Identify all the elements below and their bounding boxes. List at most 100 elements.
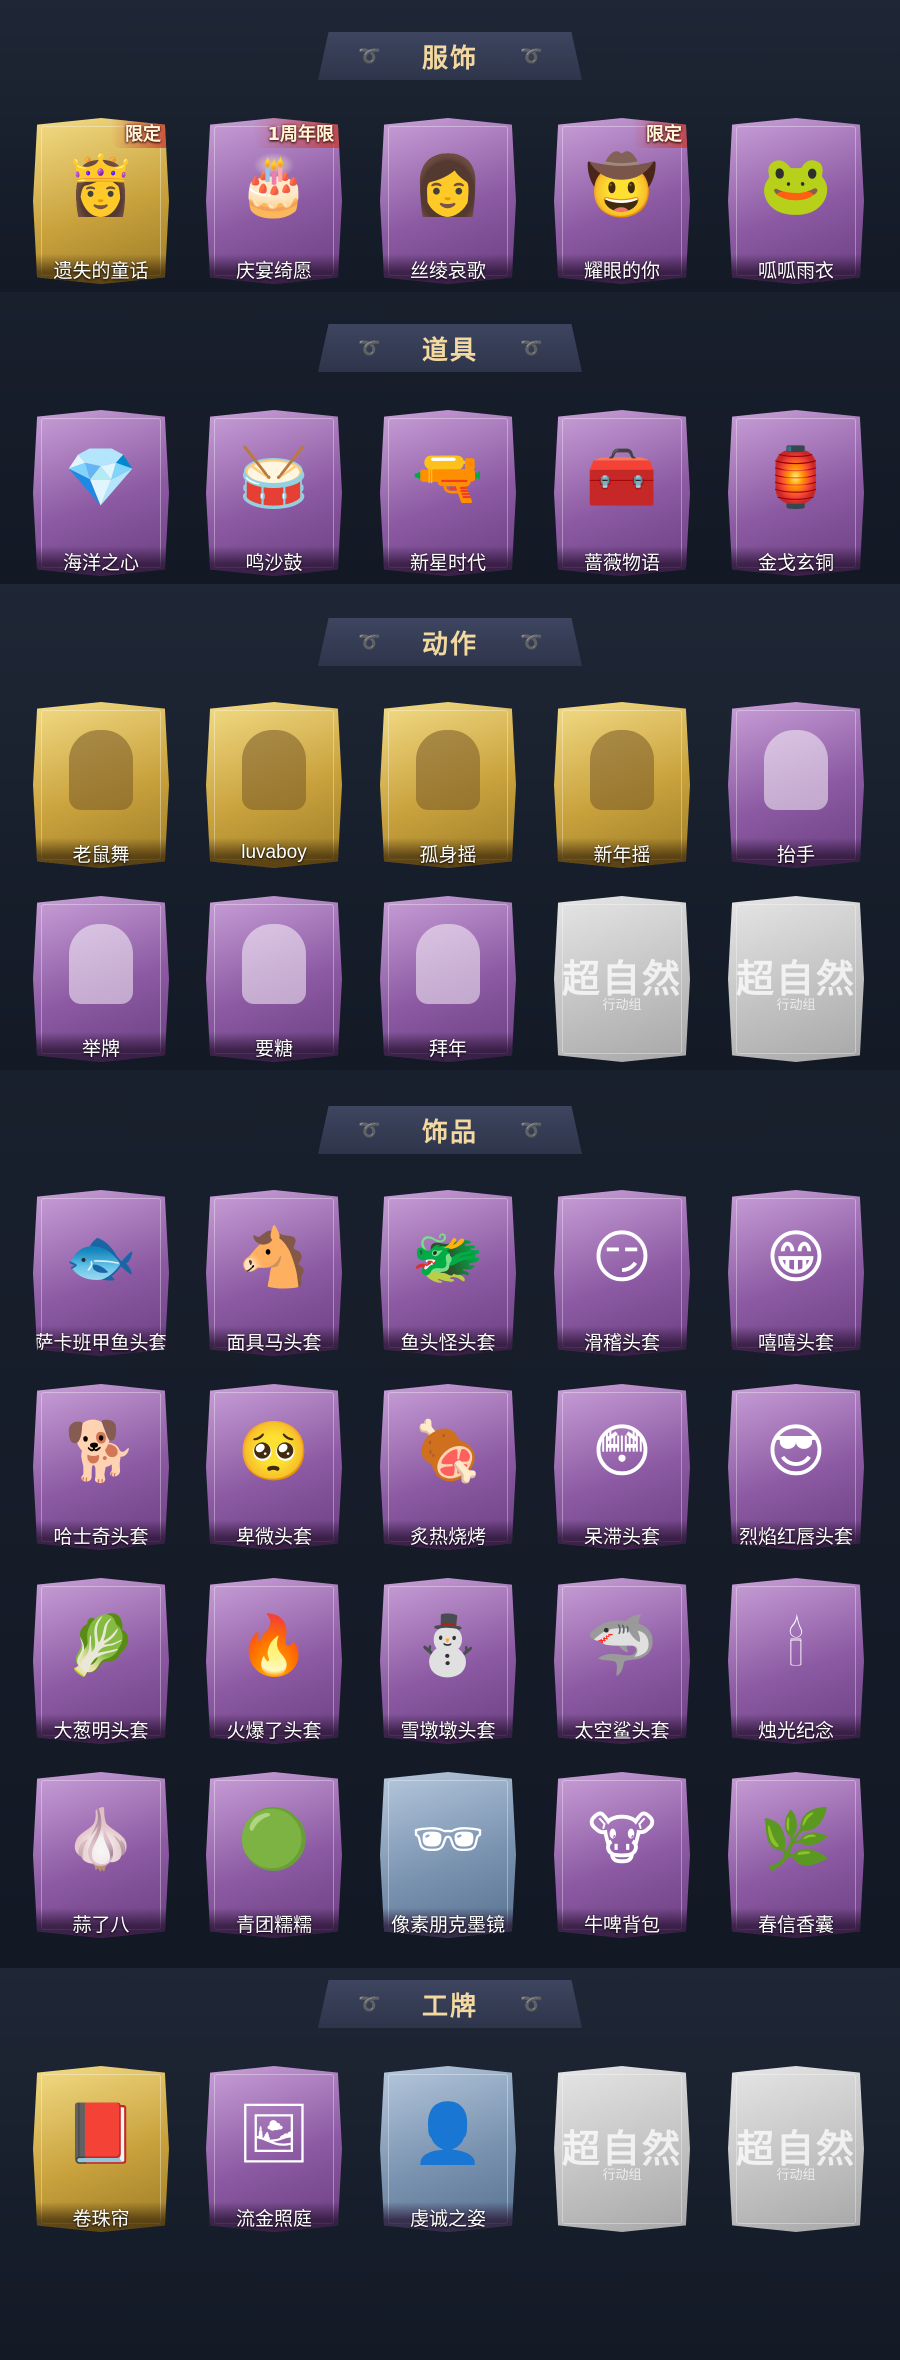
watermark-subtitle: 行动组	[602, 2167, 642, 2182]
swirl-left-icon: ➰	[358, 1120, 381, 1140]
section-header-costumes: ➰ 服饰 ➰	[318, 32, 582, 80]
fire-head-icon: 🔥	[237, 1613, 311, 1678]
section-header-actions: ➰ 动作 ➰	[318, 618, 582, 666]
greeting-pose-icon	[416, 924, 480, 1004]
item-card-accessory[interactable]: 🌿 春信香囊	[728, 1772, 864, 1938]
dance-pose-icon	[590, 730, 654, 810]
humble-face-icon: 🥺	[237, 1419, 311, 1484]
item-card-badge[interactable]: 📕 卷珠帘	[33, 2066, 169, 2232]
section-title: 服饰	[421, 43, 478, 74]
shark-head-icon: 🦈	[585, 1613, 659, 1678]
swirl-right-icon: ➰	[520, 338, 543, 358]
item-card-action[interactable]: 抬手	[728, 702, 864, 868]
watermark-subtitle: 行动组	[776, 997, 816, 1012]
swirl-right-icon: ➰	[520, 632, 543, 652]
locked-placeholder-card: 超自然 行动组	[728, 2066, 864, 2232]
blank-face-icon: 😳	[591, 1419, 653, 1484]
item-card-costume[interactable]: 🐸 呱呱雨衣	[728, 118, 864, 284]
dance-pose-icon	[242, 730, 306, 810]
swirl-left-icon: ➰	[358, 1994, 381, 2014]
item-card-accessory[interactable]: 😏 滑稽头套	[554, 1190, 690, 1356]
item-card-badge[interactable]: 🖼 流金照庭	[206, 2066, 342, 2232]
item-card-prop[interactable]: 🔫 新星时代	[380, 410, 516, 576]
item-card-action[interactable]: 要糖	[206, 896, 342, 1062]
item-card-accessory[interactable]: 😎 烈焰红唇头套	[728, 1384, 864, 1550]
frog-raincoat-costume-icon: 🐸	[759, 153, 833, 218]
locked-placeholder-card: 超自然 行动组	[554, 896, 690, 1062]
item-card-accessory[interactable]: 😳 呆滞头套	[554, 1384, 690, 1550]
locked-placeholder-card: 超自然 行动组	[728, 896, 864, 1062]
dance-pose-icon	[416, 730, 480, 810]
dance-pose-icon	[69, 730, 133, 810]
item-card-accessory[interactable]: 🟢 青团糯糯	[206, 1772, 342, 1938]
silhouette-badge-icon: 👤	[411, 2101, 485, 2166]
item-card-costume[interactable]: 👸 限定 遗失的童话	[33, 118, 169, 284]
item-card-accessory[interactable]: 🥺 卑微头套	[206, 1384, 342, 1550]
item-card-action[interactable]: 孤身摇	[380, 702, 516, 868]
swirl-right-icon: ➰	[520, 1994, 543, 2014]
item-card-prop[interactable]: 💎 海洋之心	[33, 410, 169, 576]
raise-hand-pose-icon	[764, 730, 828, 810]
swirl-right-icon: ➰	[520, 46, 543, 66]
item-card-accessory[interactable]: 🧄 蒜了八	[33, 1772, 169, 1938]
medkit-icon: 🧰	[585, 445, 659, 510]
swirl-right-icon: ➰	[520, 1120, 543, 1140]
snowman-head-icon: ⛄	[411, 1613, 485, 1678]
item-card-accessory[interactable]: 🦈 太空鲨头套	[554, 1578, 690, 1744]
scallion-head-icon: 🥬	[64, 1613, 138, 1678]
item-card-accessory[interactable]: 🕶 像素朋克墨镜	[380, 1772, 516, 1938]
gothic-dress-costume-icon: 👩	[411, 153, 485, 218]
item-card-costume[interactable]: 🤠 限定 耀眼的你	[554, 118, 690, 284]
item-card-accessory[interactable]: 🔥 火爆了头套	[206, 1578, 342, 1744]
fish-head-icon: 🐟	[64, 1225, 138, 1290]
item-card-accessory[interactable]: 🐟 萨卡班甲鱼头套	[33, 1190, 169, 1356]
necklace-icon: 💎	[64, 445, 138, 510]
sachet-icon: 🌿	[759, 1807, 833, 1872]
swirl-left-icon: ➰	[358, 338, 381, 358]
watermark-subtitle: 行动组	[602, 997, 642, 1012]
drum-icon: 🥁	[237, 445, 311, 510]
item-card-prop[interactable]: 🥁 鸣沙鼓	[206, 410, 342, 576]
section-title: 道具	[421, 335, 478, 366]
item-card-costume[interactable]: 🎂 1周年限 庆宴绮愿	[206, 118, 342, 284]
swirl-left-icon: ➰	[358, 46, 381, 66]
item-card-accessory[interactable]: 🍖 炙热烧烤	[380, 1384, 516, 1550]
pixel-sunglasses-icon: 🕶	[411, 1807, 485, 1872]
item-card-action[interactable]: 拜年	[380, 896, 516, 1062]
item-card-accessory[interactable]: 🐮 牛啤背包	[554, 1772, 690, 1938]
husky-head-icon: 🐕	[64, 1419, 138, 1484]
item-card-accessory[interactable]: 😁 嘻嘻头套	[728, 1190, 864, 1356]
item-card-badge[interactable]: 👤 虔诚之姿	[380, 2066, 516, 2232]
item-card-action[interactable]: 新年摇	[554, 702, 690, 868]
watermark-subtitle: 行动组	[776, 2167, 816, 2182]
item-card-costume[interactable]: 👩 丝绫哀歌	[380, 118, 516, 284]
green-dumpling-icon: 🟢	[237, 1807, 311, 1872]
cowgirl-costume-icon: 🤠	[585, 153, 659, 218]
locked-placeholder-card: 超自然 行动组	[554, 2066, 690, 2232]
candle-icon: 🕯	[787, 1613, 805, 1678]
item-card-accessory[interactable]: ⛄ 雪墩墩头套	[380, 1578, 516, 1744]
pikachu-head-icon: 😎	[765, 1419, 827, 1484]
cow-backpack-icon: 🐮	[587, 1807, 657, 1872]
birthday-cake-costume-icon: 🎂	[237, 153, 311, 218]
fishman-head-icon: 🐲	[411, 1225, 485, 1290]
item-card-accessory[interactable]: 🥬 大葱明头套	[33, 1578, 169, 1744]
hold-sign-pose-icon	[69, 924, 133, 1004]
item-card-action[interactable]: 举牌	[33, 896, 169, 1062]
pearl-curtain-badge-icon: 📕	[64, 2101, 138, 2166]
item-card-prop[interactable]: 🧰 蔷薇物语	[554, 410, 690, 576]
revolver-icon: 🔫	[411, 445, 485, 510]
item-card-accessory[interactable]: 🐲 鱼头怪头套	[380, 1190, 516, 1356]
item-card-action[interactable]: luvaboy	[206, 702, 342, 868]
item-card-accessory[interactable]: 🕯 烛光纪念	[728, 1578, 864, 1744]
item-card-action[interactable]: 老鼠舞	[33, 702, 169, 868]
grin-face-icon: 😁	[765, 1225, 827, 1290]
golden-frame-badge-icon: 🖼	[237, 2101, 311, 2166]
section-header-badges: ➰ 工牌 ➰	[318, 1980, 582, 2028]
funny-face-icon: 😏	[591, 1225, 653, 1290]
section-title: 饰品	[421, 1117, 478, 1148]
item-card-prop[interactable]: 🏮 金戈玄铜	[728, 410, 864, 576]
horse-head-icon: 🐴	[237, 1225, 311, 1290]
item-card-accessory[interactable]: 🐕 哈士奇头套	[33, 1384, 169, 1550]
item-card-accessory[interactable]: 🐴 面具马头套	[206, 1190, 342, 1356]
